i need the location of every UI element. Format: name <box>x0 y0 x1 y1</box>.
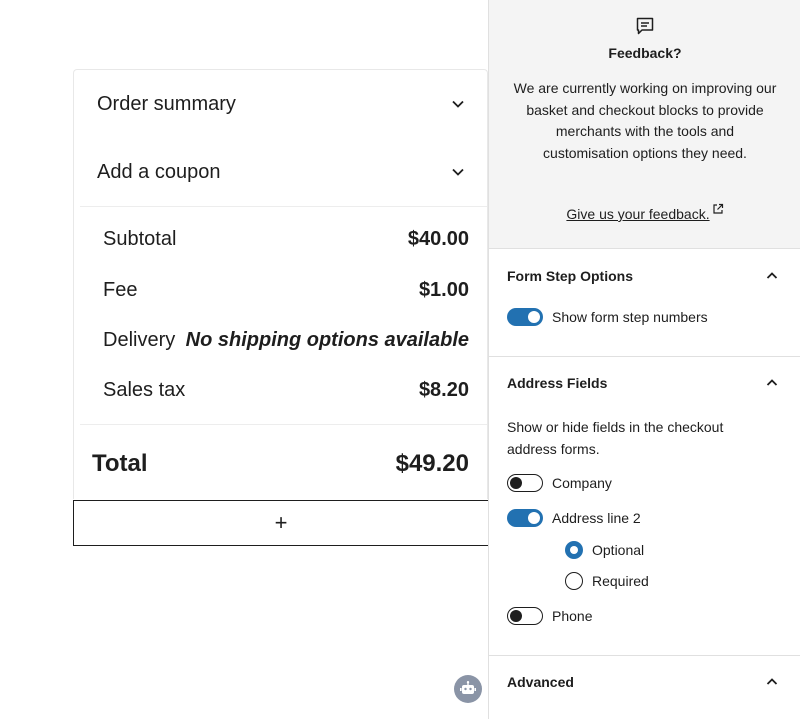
company-toggle[interactable]: Company <box>507 473 612 493</box>
sales-tax-label: Sales tax <box>103 378 186 401</box>
bot-icon[interactable] <box>454 675 482 703</box>
toggle-switch[interactable] <box>507 308 543 326</box>
company-label: Company <box>552 475 612 491</box>
comment-icon <box>636 17 654 35</box>
total-row: Total $49.20 <box>92 447 469 481</box>
subtotal-row: Subtotal $40.00 <box>103 225 469 253</box>
settings-sidebar: Feedback? We are currently working on im… <box>488 0 800 719</box>
advanced-panel-toggle[interactable]: Advanced <box>507 672 780 692</box>
show-step-numbers-label: Show form step numbers <box>552 309 708 325</box>
advanced-title: Advanced <box>507 674 574 690</box>
address-fields-title: Address Fields <box>507 375 608 391</box>
fee-value: $1.00 <box>418 278 469 301</box>
total-label: Total <box>92 450 148 477</box>
optional-label: Optional <box>592 542 645 558</box>
required-label: Required <box>592 573 649 589</box>
feedback-link[interactable]: Give us your feedback. <box>566 206 709 222</box>
form-step-options-title: Form Step Options <box>507 268 633 284</box>
phone-label: Phone <box>552 608 593 624</box>
toggle-switch[interactable] <box>507 509 543 527</box>
delivery-value: No shipping options available <box>185 328 469 351</box>
order-summary-toggle[interactable]: Order summary <box>97 89 467 119</box>
subtotal-label: Subtotal <box>103 227 177 250</box>
robot-icon <box>460 681 476 694</box>
divider <box>489 356 800 357</box>
radio-button[interactable] <box>565 541 583 559</box>
fee-label: Fee <box>103 278 138 301</box>
address-fields-panel-toggle[interactable]: Address Fields <box>507 373 780 393</box>
delivery-label: Delivery <box>103 328 176 351</box>
feedback-description: We are currently working on improving ou… <box>513 80 777 161</box>
feedback-link-container: Give us your feedback. <box>489 203 800 222</box>
chevron-down-icon <box>452 168 464 176</box>
divider <box>80 206 487 207</box>
form-step-options-panel-toggle[interactable]: Form Step Options <box>507 266 780 286</box>
toggle-switch[interactable] <box>507 607 543 625</box>
phone-toggle[interactable]: Phone <box>507 606 592 626</box>
address-line-2-toggle[interactable]: Address line 2 <box>507 508 641 528</box>
address-line-2-label: Address line 2 <box>552 510 641 526</box>
chevron-up-icon <box>766 678 778 685</box>
order-summary-card: Order summary Add a coupon Subtotal $40.… <box>73 69 488 499</box>
feedback-notice: Feedback? We are currently working on im… <box>489 0 800 249</box>
toggle-switch[interactable] <box>507 474 543 492</box>
sales-tax-value: $8.20 <box>418 378 469 401</box>
feedback-title: Feedback? <box>608 45 682 61</box>
optional-radio-option[interactable]: Optional <box>565 540 644 560</box>
add-block-button[interactable]: + <box>73 500 489 546</box>
address-fields-description: Show or hide fields in the checkout addr… <box>507 419 724 457</box>
chevron-up-icon <box>766 379 778 386</box>
radio-button[interactable] <box>565 572 583 590</box>
delivery-row: Delivery No shipping options available <box>103 326 469 354</box>
fee-row: Fee $1.00 <box>103 276 469 304</box>
subtotal-value: $40.00 <box>407 227 469 250</box>
chevron-up-icon <box>766 272 778 279</box>
total-value: $49.20 <box>395 450 469 477</box>
order-summary-title: Order summary <box>97 92 236 115</box>
divider <box>80 424 487 425</box>
divider <box>489 655 800 656</box>
sales-tax-row: Sales tax $8.20 <box>103 376 469 404</box>
add-coupon-label: Add a coupon <box>97 160 221 183</box>
add-coupon-toggle[interactable]: Add a coupon <box>97 157 467 187</box>
external-link-icon <box>712 203 723 214</box>
editor-canvas: Order summary Add a coupon Subtotal $40.… <box>0 0 489 719</box>
show-step-numbers-toggle[interactable]: Show form step numbers <box>507 307 708 327</box>
required-radio-option[interactable]: Required <box>565 571 649 591</box>
chevron-down-icon <box>452 100 464 108</box>
